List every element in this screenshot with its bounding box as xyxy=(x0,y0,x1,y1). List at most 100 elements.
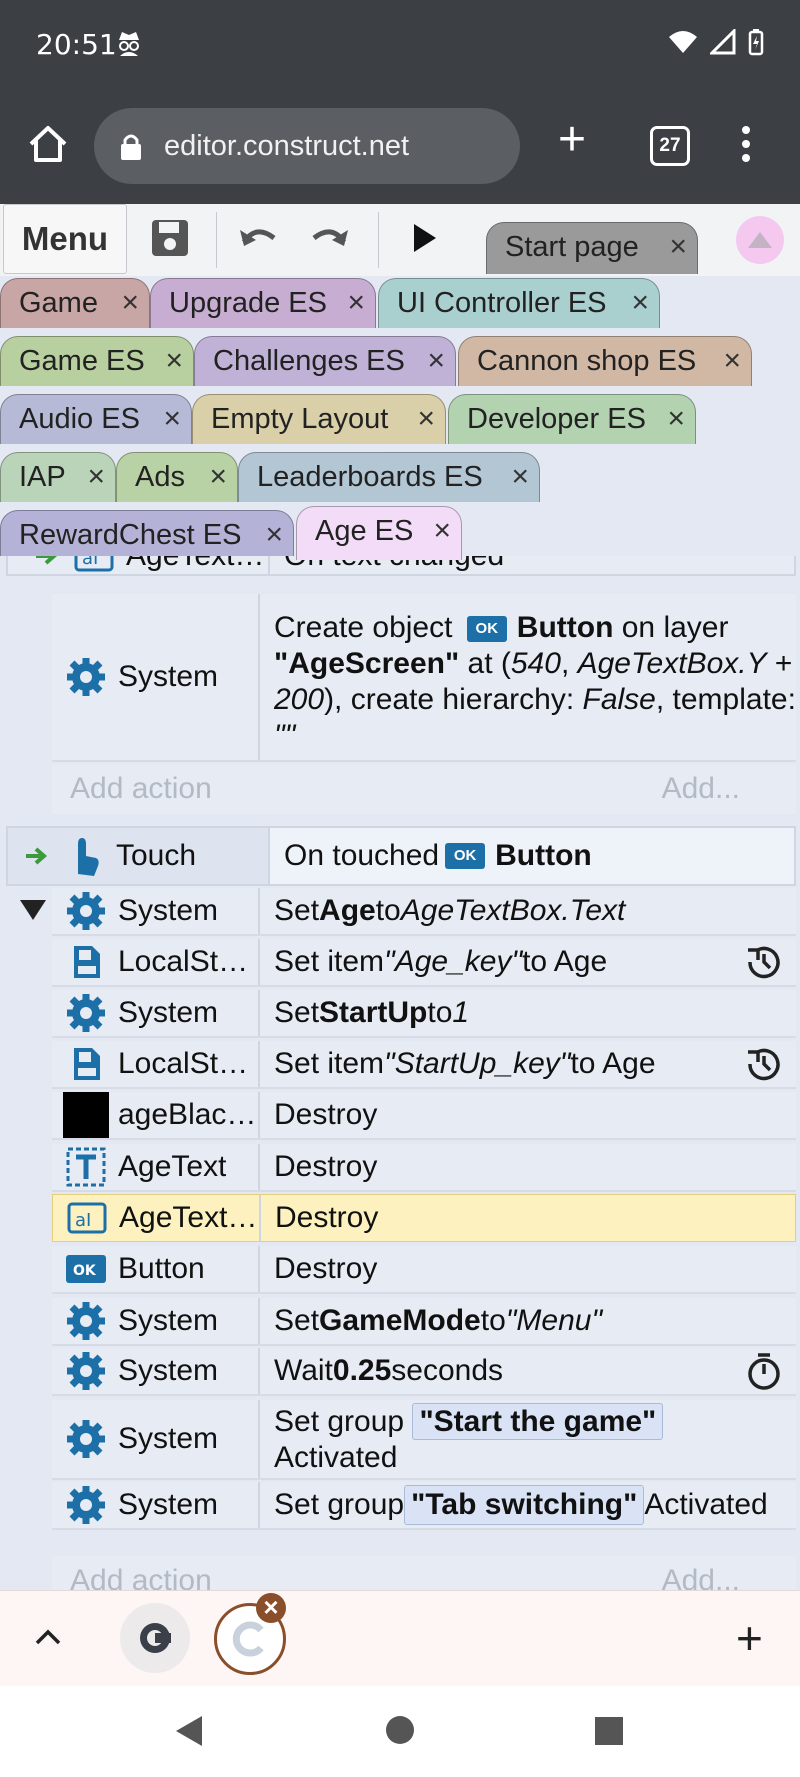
close-icon[interactable]: × xyxy=(163,395,181,443)
redo-icon[interactable] xyxy=(308,216,352,260)
close-icon[interactable]: × xyxy=(723,337,741,385)
action-text[interactable]: Set group "Tab switching" Activated xyxy=(260,1482,796,1528)
close-icon[interactable]: × xyxy=(669,223,687,271)
close-icon[interactable]: × xyxy=(165,337,183,385)
action-object[interactable]: System xyxy=(52,888,260,934)
tab-start-page[interactable]: Start page × xyxy=(486,222,698,274)
condition-text[interactable]: On touched OK Button xyxy=(270,828,794,884)
tab-challenges-es[interactable]: Challenges ES × xyxy=(194,336,456,386)
action-row[interactable]: LocalSt… Set item "Age_key" to Age xyxy=(52,939,796,987)
avatar[interactable] xyxy=(736,216,784,264)
tab-switcher-button[interactable]: 27 xyxy=(650,126,690,166)
event-condition-row[interactable]: Touch On touched OK Button xyxy=(6,826,796,886)
more-options-icon[interactable] xyxy=(740,124,752,164)
back-icon[interactable] xyxy=(174,1714,204,1748)
action-row[interactable]: OK Button Destroy xyxy=(52,1246,796,1294)
recents-icon[interactable] xyxy=(594,1716,624,1746)
action-row[interactable]: System Set Age to AgeTextBox.Text xyxy=(52,888,796,936)
action-row[interactable]: ageBlac… Destroy xyxy=(52,1092,796,1140)
close-icon[interactable]: × xyxy=(209,453,227,501)
tab-ui-controller-es[interactable]: UI Controller ES × xyxy=(378,278,660,328)
tab-developer-es[interactable]: Developer ES × xyxy=(448,394,696,444)
tab-audio-es[interactable]: Audio ES × xyxy=(0,394,192,444)
action-row[interactable]: aI AgeText… Destroy xyxy=(52,1194,796,1242)
tab-empty-layout[interactable]: Empty Layout × xyxy=(192,394,446,444)
action-text[interactable]: Destroy xyxy=(261,1195,795,1241)
action-text[interactable]: Set GameMode to "Menu" xyxy=(260,1298,796,1344)
action-object[interactable]: AgeText xyxy=(52,1144,260,1190)
action-object[interactable]: System xyxy=(52,1482,260,1528)
action-object[interactable]: ageBlac… xyxy=(52,1092,260,1138)
add-action-row[interactable]: Add action Add... xyxy=(52,1556,796,1590)
action-text[interactable]: Wait 0.25 seconds xyxy=(260,1348,796,1394)
home-nav-icon[interactable] xyxy=(384,1714,416,1746)
action-text[interactable]: Destroy xyxy=(260,1092,796,1138)
action-text[interactable]: Set Age to AgeTextBox.Text xyxy=(260,888,796,934)
action-object[interactable]: System xyxy=(52,1298,260,1344)
tab-thumbnail[interactable] xyxy=(120,1603,190,1673)
tab-leaderboards-es[interactable]: Leaderboards ES × xyxy=(238,452,540,502)
save-icon[interactable] xyxy=(148,216,192,260)
tab-game-es[interactable]: Game ES × xyxy=(0,336,194,386)
add-action-row[interactable]: Add action Add... xyxy=(52,764,796,814)
close-icon[interactable]: × xyxy=(121,279,139,327)
tab-age-es-active[interactable]: Age ES × xyxy=(296,506,462,560)
close-tab-icon[interactable]: × xyxy=(256,1593,286,1623)
action-object[interactable]: System xyxy=(52,1348,260,1394)
home-icon[interactable] xyxy=(26,122,70,166)
close-icon[interactable]: × xyxy=(433,507,451,555)
tab-rewardchest-es[interactable]: RewardChest ES × xyxy=(0,510,294,560)
action-text[interactable]: Destroy xyxy=(260,1246,796,1292)
action-row[interactable]: System Wait 0.25 seconds xyxy=(52,1348,796,1396)
close-icon[interactable]: × xyxy=(631,279,649,327)
tab-game[interactable]: Game × xyxy=(0,278,150,328)
close-icon[interactable]: × xyxy=(417,395,435,443)
action-text[interactable]: Create object OK Button on layer "AgeScre… xyxy=(260,594,796,760)
close-icon[interactable]: × xyxy=(511,453,529,501)
close-icon[interactable]: × xyxy=(347,279,365,327)
condition-object[interactable]: aI AgeText… xyxy=(8,556,270,574)
action-object[interactable]: OK Button xyxy=(52,1246,260,1292)
action-text[interactable]: Set StartUp to 1 xyxy=(260,990,796,1036)
action-text[interactable]: Set item "Age_key" to Age xyxy=(260,939,796,985)
new-tab-plus-button[interactable]: + xyxy=(736,1611,763,1665)
add-more-link[interactable]: Add... xyxy=(662,1564,740,1590)
tab-ads[interactable]: Ads × xyxy=(116,452,238,502)
action-object[interactable]: System xyxy=(52,990,260,1036)
action-row[interactable]: LocalSt… Set item "StartUp_key" to Age xyxy=(52,1041,796,1089)
close-icon[interactable]: × xyxy=(667,395,685,443)
action-object[interactable]: System xyxy=(52,1400,260,1478)
chevron-up-icon[interactable] xyxy=(34,1627,62,1647)
event-sheet[interactable]: aI AgeText… On text changed System Creat… xyxy=(0,556,800,1590)
close-icon[interactable]: × xyxy=(265,511,283,559)
tab-iap[interactable]: IAP × xyxy=(0,452,116,502)
action-object[interactable]: System xyxy=(52,594,260,760)
action-row[interactable]: AgeText Destroy xyxy=(52,1144,796,1192)
tab-upgrade-es[interactable]: Upgrade ES × xyxy=(150,278,376,328)
add-action-link[interactable]: Add action xyxy=(70,1564,212,1590)
action-row[interactable]: System Set StartUp to 1 xyxy=(52,990,796,1038)
tab-cannon-shop-es[interactable]: Cannon shop ES × xyxy=(458,336,752,386)
action-text[interactable]: Destroy xyxy=(260,1144,796,1190)
action-text[interactable]: Set group "Start the game" Activated xyxy=(260,1400,796,1478)
add-action-link[interactable]: Add action xyxy=(70,772,212,806)
action-row[interactable]: System Create object OK Button on layer "… xyxy=(52,594,796,762)
collapse-triangle-icon[interactable] xyxy=(18,898,48,922)
action-row[interactable]: System Set group "Tab switching" Activate… xyxy=(52,1482,796,1530)
text-part: Set item xyxy=(274,945,385,978)
action-row[interactable]: System Set GameMode to "Menu" xyxy=(52,1298,796,1346)
close-icon[interactable]: × xyxy=(87,453,105,501)
condition-object[interactable]: Touch xyxy=(8,828,270,884)
action-text[interactable]: Set item "StartUp_key" to Age xyxy=(260,1041,796,1087)
undo-icon[interactable] xyxy=(236,216,280,260)
action-object[interactable]: aI AgeText… xyxy=(53,1195,261,1241)
play-preview-icon[interactable] xyxy=(402,216,446,260)
address-bar[interactable]: editor.construct.net xyxy=(94,108,520,184)
add-more-link[interactable]: Add... xyxy=(662,772,740,806)
action-row[interactable]: System Set group "Start the game" Activate… xyxy=(52,1400,796,1480)
action-object[interactable]: LocalSt… xyxy=(52,1041,260,1087)
menu-button[interactable]: Menu xyxy=(3,204,127,274)
close-icon[interactable]: × xyxy=(427,337,445,385)
action-object[interactable]: LocalSt… xyxy=(52,939,260,985)
new-tab-button[interactable]: + xyxy=(558,116,586,164)
